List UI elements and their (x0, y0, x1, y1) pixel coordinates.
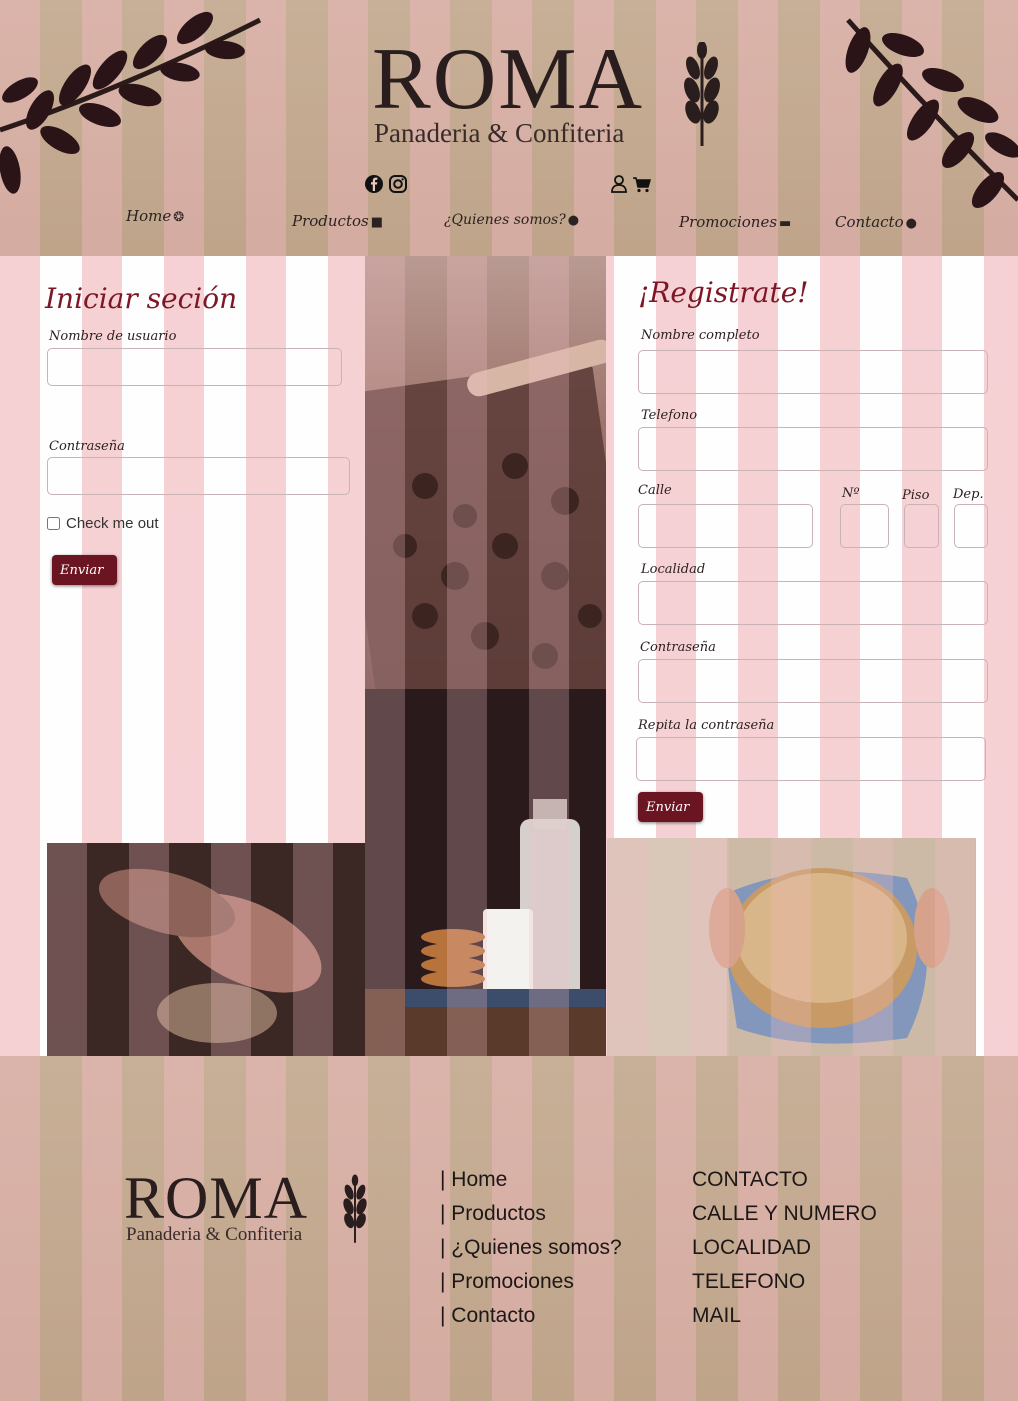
password-input[interactable] (47, 457, 350, 495)
login-title: Iniciar seción (45, 282, 238, 315)
nav-item-label: ¿Quienes somos? (444, 212, 566, 228)
main-content: Iniciar seción Nombre de usuario Contras… (0, 256, 1018, 1061)
main-nav: Home ❂ Productos ■ ¿Quienes somos? ● Promoc… (0, 0, 1018, 256)
city-label: Localidad (641, 562, 706, 577)
milk-cookies-photo (365, 689, 606, 1056)
footer-link-quienes-somos[interactable]: | ¿Quienes somos? (440, 1231, 622, 1265)
nav-item-productos[interactable]: Productos ■ (292, 212, 383, 230)
cookie-icon: ❂ (173, 210, 185, 225)
cookie-dots-icon: ● (905, 216, 917, 231)
site-header: ROMA Panaderia & Confiteria Home ❂ Produ… (0, 0, 1018, 256)
bread-hands-photo (607, 838, 976, 1061)
footer-link-productos[interactable]: | Productos (440, 1197, 622, 1231)
footer-logo[interactable]: ROMA Panaderia & Confiteria (124, 1168, 374, 1248)
login-submit-button[interactable]: Enviar (52, 555, 117, 585)
nav-item-promociones[interactable]: Promociones ▬ (679, 213, 791, 231)
floor-label: Piso (902, 488, 930, 503)
check-me-out-checkbox[interactable] (47, 517, 60, 530)
footer-contact-city: LOCALIDAD (692, 1236, 812, 1259)
cookies-baking-photo (365, 256, 606, 689)
street-label: Calle (638, 483, 672, 498)
footer-contact-street: CALLE Y NUMERO (692, 1202, 877, 1225)
password-label: Contraseña (49, 439, 125, 454)
dept-input[interactable] (954, 504, 988, 548)
phone-label: Telefono (641, 408, 698, 423)
milk-cookies-image (365, 689, 606, 1056)
check-me-out-row: Check me out (47, 515, 159, 532)
chef-hat-icon: ● (567, 213, 580, 228)
username-input[interactable] (47, 348, 342, 386)
site-footer: ROMA Panaderia & Confiteria | Home | Pro… (0, 1056, 1018, 1401)
register-password-input[interactable] (638, 659, 988, 703)
footer-contact-phone: TELEFONO (692, 1270, 806, 1293)
repeat-password-input[interactable] (636, 737, 986, 781)
fullname-label: Nombre completo (641, 328, 760, 343)
username-label: Nombre de usuario (49, 329, 177, 344)
street-input[interactable] (638, 504, 813, 548)
flour-hands-photo (47, 843, 365, 1056)
nav-item-home[interactable]: Home ❂ (126, 207, 184, 225)
nav-item-label: Home (126, 207, 172, 225)
nav-item-quienes-somos[interactable]: ¿Quienes somos? ● (444, 212, 579, 228)
nav-item-label: Contacto (835, 213, 904, 231)
city-input[interactable] (638, 581, 988, 625)
footer-link-home[interactable]: | Home (440, 1163, 622, 1197)
cookies-baking-image (365, 256, 606, 689)
bread-hands-image (607, 838, 976, 1061)
register-submit-button[interactable]: Enviar (638, 792, 703, 822)
footer-contact-mail: MAIL (692, 1304, 742, 1327)
check-me-out-label: Check me out (66, 515, 159, 532)
footer-contact-heading: CONTACTO (692, 1168, 808, 1191)
footer-brand-name: ROMA (124, 1165, 309, 1231)
footer-nav: | Home | Productos | ¿Quienes somos? | P… (440, 1163, 622, 1333)
footer-brand-tagline: Panaderia & Confiteria (126, 1224, 303, 1245)
register-password-label: Contraseña (640, 640, 716, 655)
repeat-password-label: Repita la contraseña (638, 718, 775, 733)
dept-label: Dep. (953, 487, 984, 502)
cake-icon: ■ (370, 215, 384, 230)
footer-contact: CONTACTO CALLE Y NUMERO LOCALIDAD TELEFO… (692, 1163, 877, 1333)
flour-hands-image (47, 843, 365, 1056)
nav-item-contacto[interactable]: Contacto ● (835, 213, 917, 231)
nav-item-label: Promociones (679, 213, 778, 231)
burger-icon: ▬ (779, 216, 792, 231)
floor-input[interactable] (904, 504, 939, 548)
wheat-icon (343, 1174, 367, 1243)
number-input[interactable] (840, 504, 889, 548)
register-title: ¡Registrate! (638, 276, 809, 309)
nav-item-label: Productos (292, 212, 369, 230)
fullname-input[interactable] (638, 350, 988, 394)
phone-input[interactable] (638, 427, 988, 471)
number-label: Nº (842, 486, 860, 501)
footer-link-contacto[interactable]: | Contacto (440, 1299, 622, 1333)
footer-link-promociones[interactable]: | Promociones (440, 1265, 622, 1299)
